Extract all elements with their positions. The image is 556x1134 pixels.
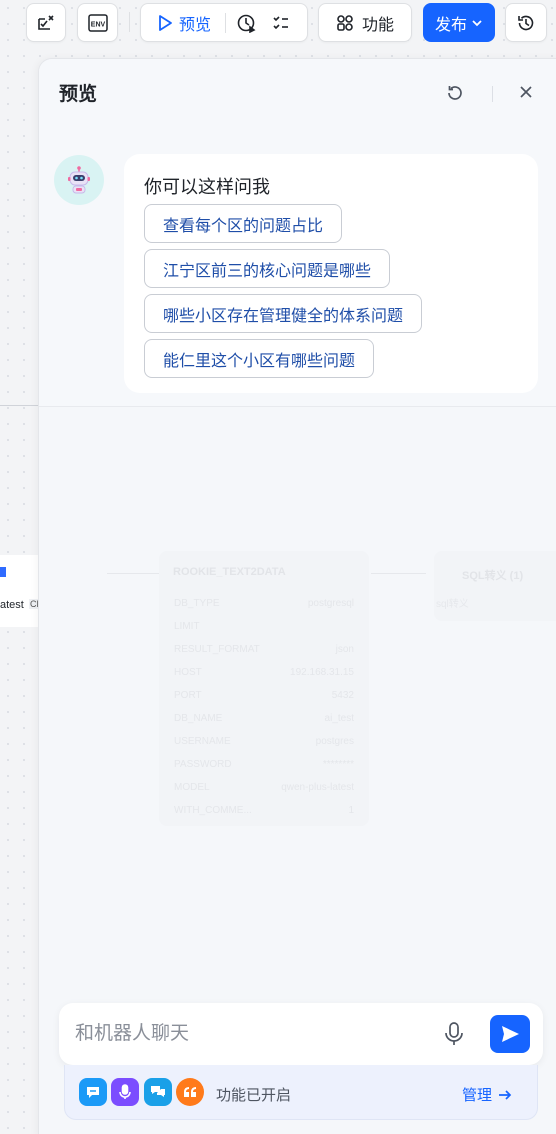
canvas-node-text2data: ROOKIE_TEXT2DATA DB_TYPE postgresql LIMIT… [159,551,369,826]
node-row: LIMIT [174,621,200,632]
node-title: SQL转义 (1) [462,570,524,582]
node-subtitle: sql转义 [436,599,469,610]
check-x-icon [36,13,56,33]
canvas-connector [371,573,426,574]
node-row: RESULT_FORMAT json [174,644,354,655]
version-history-button[interactable] [505,3,547,42]
node-row: DB_NAME ai_test [174,713,354,724]
bot-message-bubble: 你可以这样问我 查看每个区的问题占比 江宁区前三的核心问题是哪些 哪些小区存在管… [124,154,538,393]
send-button[interactable] [490,1015,530,1053]
header-divider [492,86,493,102]
features-button[interactable]: 功能 [318,3,412,42]
manage-label: 管理 [462,1087,493,1104]
node-row: PORT 5432 [174,690,354,701]
suggestion-chip[interactable]: 哪些小区存在管理健全的体系问题 [144,294,423,333]
node-row: DB_TYPE postgresql [174,598,354,609]
node-row: HOST 192.168.31.15 [174,667,354,678]
canvas-connector [107,573,159,574]
apps-icon [336,14,354,32]
task-list-icon[interactable] [272,14,290,32]
feature-voice-icon[interactable] [111,1078,139,1106]
suggestion-chip[interactable]: 查看每个区的问题占比 [144,204,343,243]
features-bar: 功能已开启 管理 [64,1065,538,1120]
env-icon: ENV [87,13,109,33]
close-icon[interactable] [519,85,533,99]
svg-text:ENV: ENV [90,21,105,28]
send-icon [500,1024,520,1044]
toolbar-divider [129,12,130,32]
arrow-right-icon [498,1089,512,1101]
greeting-text: 你可以这样问我 [144,177,270,197]
features-label: 功能 [361,16,394,34]
publish-label: 发布 [434,16,467,34]
node-row: PASSWORD ******** [174,759,354,770]
publish-button[interactable]: 发布 [423,3,495,42]
node-title: ROOKIE_TEXT2DATA [173,566,286,578]
feature-quote-icon[interactable] [176,1078,204,1106]
node-label: atest [0,599,24,611]
panel-title: 预览 [59,84,98,105]
suggestion-chip[interactable]: 能仁里这个小区有哪些问题 [144,339,375,378]
chevron-down-icon [471,17,483,29]
feature-chat-icon[interactable] [79,1078,107,1106]
manage-link[interactable]: 管理 [462,1084,512,1105]
refresh-icon[interactable] [445,83,465,103]
canvas-edge [0,405,40,406]
microphone-icon[interactable] [443,1021,465,1047]
suggestion-chip[interactable]: 江宁区前三的核心问题是哪些 [144,249,391,288]
node-row: WITH_COMME... 1 [174,805,354,816]
checklist-button[interactable] [26,3,66,42]
chat-input[interactable] [75,1018,415,1050]
preview-group: 预览 [140,3,308,42]
feature-suggestions-icon[interactable] [144,1078,172,1106]
chat-input-box [59,1003,543,1065]
bot-avatar [54,155,104,205]
canvas-node-sql: SQL转义 (1) sql转义 [434,551,556,621]
env-button[interactable]: ENV [77,3,118,42]
play-icon[interactable] [157,14,173,32]
node-row: MODEL qwen-plus-latest [174,782,354,793]
features-status: 功能已开启 [216,1087,292,1104]
toolbar-divider [225,12,227,33]
history-icon [516,13,536,33]
history-run-icon[interactable] [236,13,256,33]
node-type-marker [0,567,6,577]
preview-button[interactable]: 预览 [179,11,211,35]
node-row: USERNAME postgres [174,736,354,747]
robot-icon [64,165,94,195]
preview-panel: ROOKIE_TEXT2DATA DB_TYPE postgresql LIMIT… [38,58,556,1134]
